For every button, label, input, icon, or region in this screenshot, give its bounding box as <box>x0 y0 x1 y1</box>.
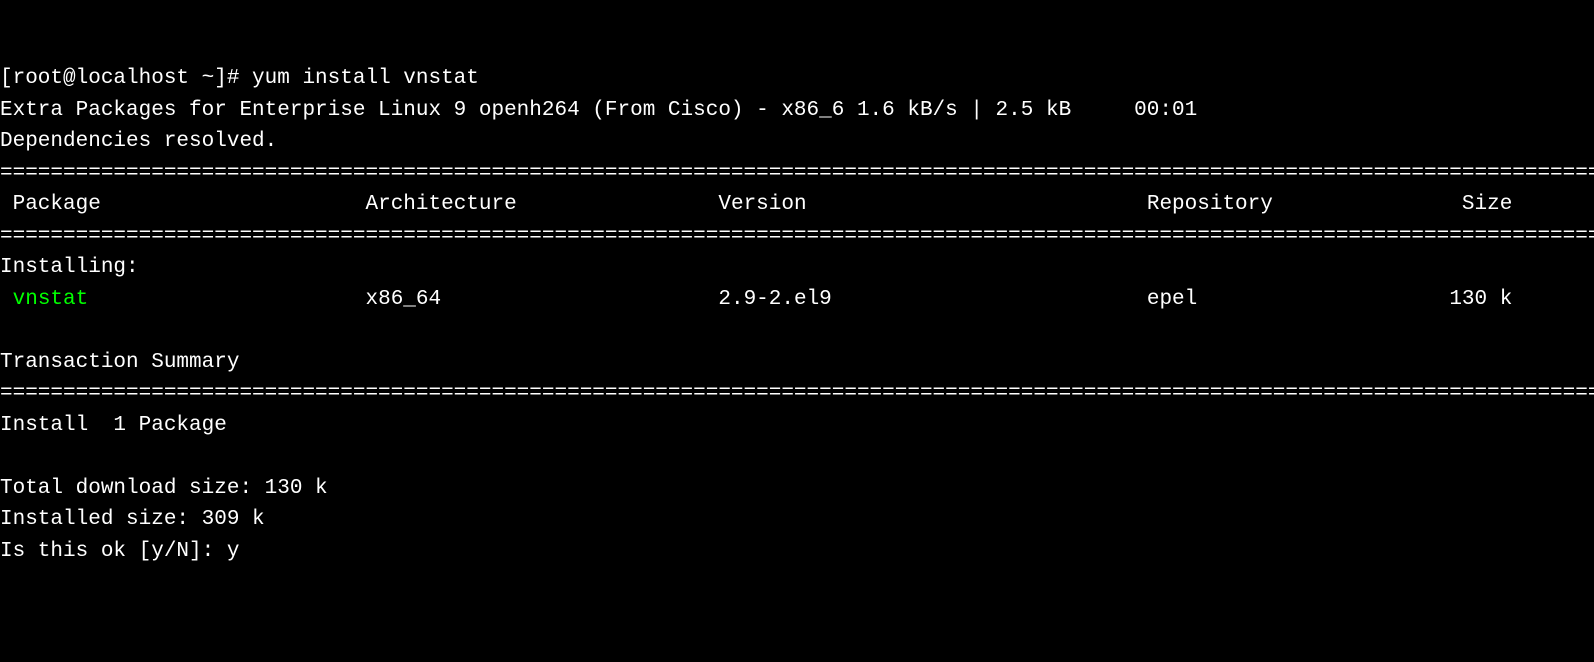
installing-label: Installing: <box>0 256 139 279</box>
transaction-summary-label: Transaction Summary <box>0 351 239 374</box>
divider-line: ========================================… <box>0 382 1594 405</box>
install-count: Install 1 Package <box>0 414 227 437</box>
dependencies-resolved: Dependencies resolved. <box>0 130 277 153</box>
package-arch: x86_64 <box>365 288 441 311</box>
package-name: vnstat <box>13 288 89 311</box>
confirm-prompt: Is this ok [y/N]: <box>0 540 227 563</box>
header-version: Version <box>718 193 806 216</box>
total-download-size: Total download size: 130 k <box>0 477 328 500</box>
header-repository: Repository <box>1147 193 1273 216</box>
command-text: yum install vnstat <box>252 67 479 90</box>
terminal-output[interactable]: [root@localhost ~]# yum install vnstat E… <box>0 63 1594 567</box>
shell-prompt: [root@localhost ~]# <box>0 67 252 90</box>
confirm-input[interactable]: y <box>227 540 240 563</box>
divider-line: ========================================… <box>0 162 1594 185</box>
repo-status-line: Extra Packages for Enterprise Linux 9 op… <box>0 99 1197 122</box>
package-version: 2.9-2.el9 <box>718 288 831 311</box>
header-architecture: Architecture <box>365 193 516 216</box>
divider-line: ========================================… <box>0 225 1594 248</box>
header-package: Package <box>0 193 101 216</box>
header-size: Size <box>1462 193 1512 216</box>
package-repo: epel <box>1147 288 1197 311</box>
package-size: 130 k <box>1449 288 1512 311</box>
